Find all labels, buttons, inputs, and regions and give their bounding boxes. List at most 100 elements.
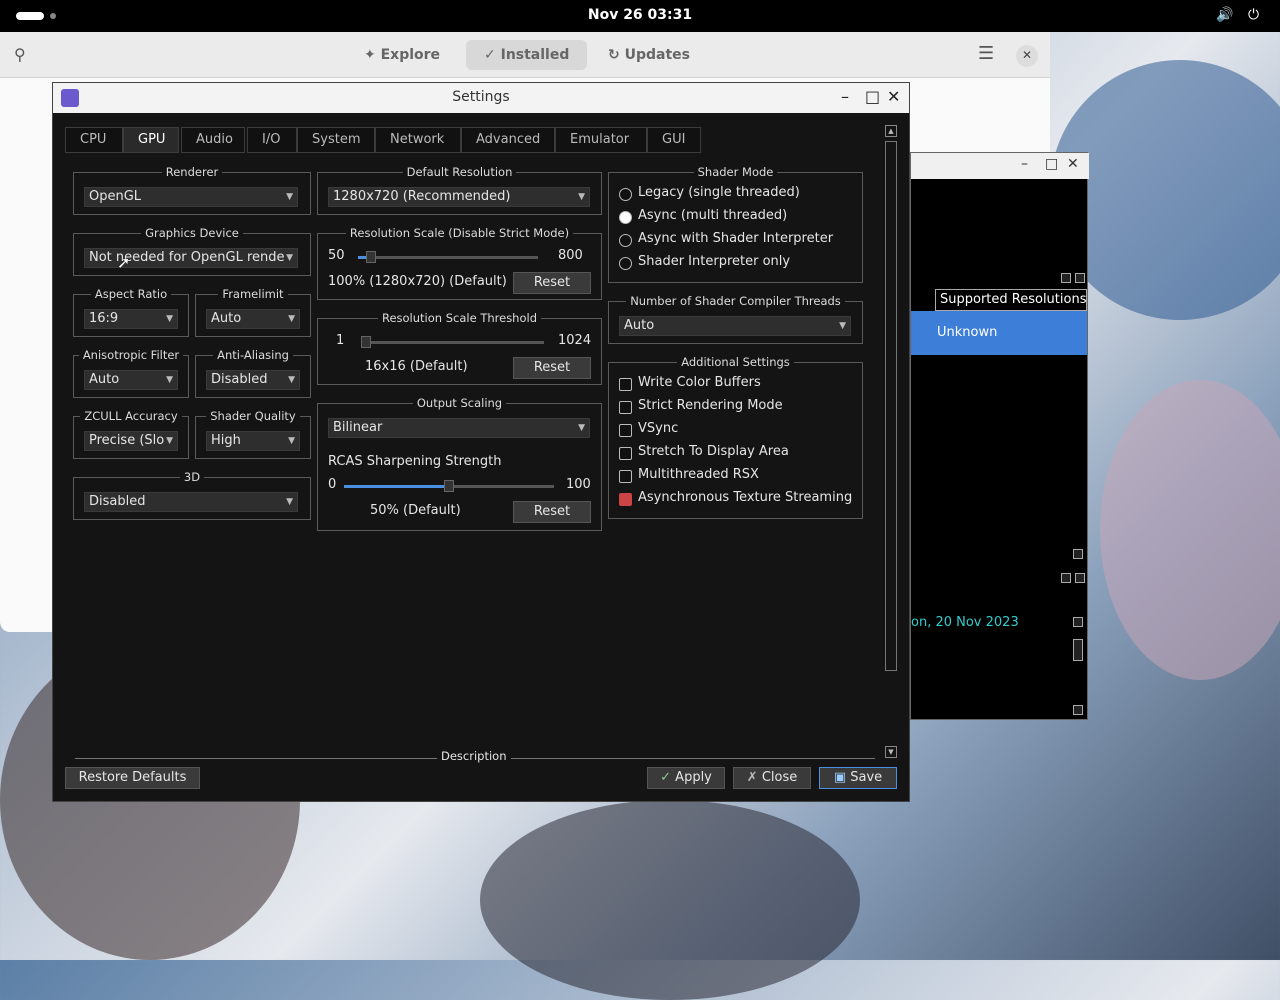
chevron-down-icon: ▼ <box>166 436 173 446</box>
group-label: Aspect Ratio <box>94 287 168 301</box>
rcas-handle[interactable] <box>444 480 454 492</box>
option-label: Strict Rendering Mode <box>638 398 783 413</box>
scroll-handle[interactable] <box>1073 639 1083 661</box>
search-icon[interactable]: ⚲ <box>14 45 26 64</box>
slider-min-label: 0 <box>328 477 337 492</box>
vsync-checkbox[interactable] <box>619 424 632 437</box>
scroll-up-icon[interactable] <box>1073 617 1083 627</box>
tab-cpu[interactable]: CPU <box>65 127 123 153</box>
tab-system[interactable]: System <box>297 127 375 153</box>
three-d-group: 3D Disabled ▼ <box>73 470 311 520</box>
scroll-up-icon[interactable]: ▲ <box>885 125 897 137</box>
chevron-down-icon: ▼ <box>166 314 173 324</box>
output-scaling-select[interactable]: Bilinear ▼ <box>328 418 590 438</box>
minimize-icon[interactable]: – <box>1021 156 1028 172</box>
option-label: Async (multi threaded) <box>638 208 788 223</box>
dock-close-icon[interactable] <box>1075 573 1085 583</box>
resolution-scale-track[interactable] <box>358 256 538 259</box>
settings-scrollbar[interactable]: ▲ ▼ <box>885 125 897 765</box>
save-disk-icon: ▣ <box>833 770 847 785</box>
save-button[interactable]: ▣ Save <box>819 767 897 789</box>
tab-updates[interactable]: ↻ Updates <box>590 40 708 70</box>
shader-threads-select[interactable]: Auto ▼ <box>619 316 851 336</box>
scroll-track[interactable] <box>885 141 897 671</box>
group-label: ZCULL Accuracy <box>84 409 178 423</box>
restore-defaults-button[interactable]: Restore Defaults <box>65 767 200 789</box>
close-button[interactable]: ✗ Close <box>733 767 811 789</box>
stretch-display-checkbox[interactable] <box>619 447 632 460</box>
tab-network[interactable]: Network <box>375 127 461 153</box>
dock-close-icon[interactable] <box>1075 273 1085 283</box>
group-label: Additional Settings <box>681 355 790 369</box>
radio-async[interactable] <box>619 211 632 224</box>
async-texture-streaming-checkbox[interactable] <box>619 493 632 506</box>
three-d-select[interactable]: Disabled ▼ <box>84 492 298 512</box>
resolution-threshold-group: Resolution Scale Threshold 1 1024 16x16 … <box>317 311 602 385</box>
maximize-icon[interactable]: □ <box>865 87 880 106</box>
settings-dialog: Settings – □ ✕ CPU GPU Audio I/O System … <box>52 82 910 802</box>
option-label: Stretch To Display Area <box>638 444 789 459</box>
tab-explore[interactable]: ✦ Explore <box>346 40 458 70</box>
game-list-window: – □ ✕ Supported Resolutions Unknown on, … <box>910 152 1089 720</box>
tab-advanced[interactable]: Advanced <box>461 127 555 153</box>
aspect-ratio-select[interactable]: 16:9 ▼ <box>84 309 178 329</box>
refresh-icon: ↻ <box>608 47 620 63</box>
group-label: Anti-Aliasing <box>217 348 289 362</box>
reset-resolution-scale-button[interactable]: Reset <box>513 272 591 294</box>
wallpaper-shape <box>1100 380 1280 680</box>
write-color-buffers-checkbox[interactable] <box>619 378 632 391</box>
output-scaling-group: Output Scaling Bilinear ▼ RCAS Sharpening… <box>317 396 602 531</box>
aspect-ratio-group: Aspect Ratio 16:9 ▼ <box>73 287 189 337</box>
close-icon[interactable]: ✕ <box>1016 45 1038 67</box>
renderer-group: Renderer OpenGL ▼ <box>73 165 311 215</box>
check-icon: ✓ <box>660 770 672 785</box>
tab-gui[interactable]: GUI <box>647 127 701 153</box>
clock[interactable]: Nov 26 03:31 <box>0 7 1280 23</box>
minimize-icon[interactable]: – <box>841 87 849 106</box>
anisotropic-select[interactable]: Auto ▼ <box>84 370 178 390</box>
scroll-down-icon[interactable] <box>1073 705 1083 715</box>
tab-emulator[interactable]: Emulator <box>555 127 647 153</box>
chevron-down-icon: ▼ <box>286 253 293 263</box>
radio-legacy[interactable] <box>619 188 632 201</box>
multithreaded-rsx-checkbox[interactable] <box>619 470 632 483</box>
close-icon[interactable]: ✕ <box>1067 156 1079 172</box>
dock-float-icon[interactable] <box>1061 573 1071 583</box>
radio-async-interpreter[interactable] <box>619 234 632 247</box>
tab-audio[interactable]: Audio <box>181 127 245 153</box>
reset-resolution-threshold-button[interactable]: Reset <box>513 357 591 379</box>
resolution-threshold-track[interactable] <box>362 341 544 344</box>
tab-gpu[interactable]: GPU <box>123 127 179 153</box>
anti-aliasing-select[interactable]: Disabled ▼ <box>206 370 300 390</box>
dock-float-icon[interactable] <box>1061 273 1071 283</box>
apply-button[interactable]: ✓ Apply <box>647 767 725 789</box>
radio-interpreter-only[interactable] <box>619 257 632 270</box>
volume-icon[interactable]: 🔊 <box>1216 7 1233 23</box>
tab-io[interactable]: I/O <box>247 127 297 153</box>
close-icon[interactable]: ✕ <box>887 87 900 106</box>
resolution-threshold-handle[interactable] <box>360 336 371 348</box>
resolution-scale-handle[interactable] <box>365 251 376 263</box>
shader-threads-group: Number of Shader Compiler Threads Auto ▼ <box>608 294 863 344</box>
zcull-select[interactable]: Precise (Slo ▼ <box>84 431 178 451</box>
reset-rcas-button[interactable]: Reset <box>513 501 591 523</box>
software-header: ⚲ ✦ Explore ✓ Installed ↻ Updates ☰ ✕ <box>0 32 1050 78</box>
column-header-resolutions[interactable]: Supported Resolutions <box>935 289 1087 311</box>
framelimit-select[interactable]: Auto ▼ <box>206 309 300 329</box>
tab-installed[interactable]: ✓ Installed <box>466 40 588 70</box>
slider-max-label: 100 <box>566 477 591 492</box>
scroll-down-icon[interactable]: ▼ <box>885 746 897 758</box>
hamburger-menu-icon[interactable]: ☰ <box>978 43 994 64</box>
settings-titlebar[interactable]: Settings – □ ✕ <box>53 83 909 113</box>
game-list-titlebar: – □ ✕ <box>911 153 1089 179</box>
power-icon[interactable]: ⏻ <box>1248 7 1259 23</box>
renderer-select[interactable]: OpenGL ▼ <box>84 187 298 207</box>
shader-quality-select[interactable]: High ▼ <box>206 431 300 451</box>
scroll-right-icon[interactable] <box>1073 549 1083 559</box>
maximize-icon[interactable]: □ <box>1045 156 1058 172</box>
selected-cell[interactable]: Unknown <box>911 311 1087 355</box>
resolution-threshold-value: 16x16 (Default) <box>365 359 468 374</box>
strict-rendering-checkbox[interactable] <box>619 401 632 414</box>
rcas-fill <box>344 485 449 488</box>
default-resolution-select[interactable]: 1280x720 (Recommended) ▼ <box>328 187 590 207</box>
